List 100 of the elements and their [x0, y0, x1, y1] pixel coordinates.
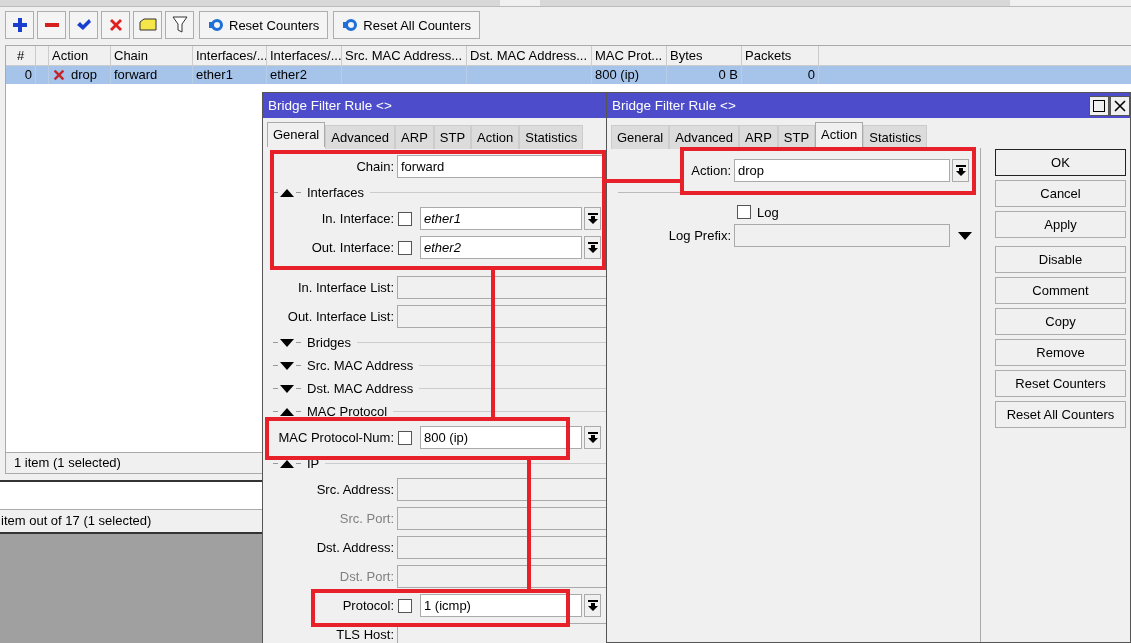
dialog-button[interactable]: Cancel — [995, 180, 1126, 207]
field-label: TLS Host: — [335, 627, 395, 642]
caret-up-icon[interactable] — [280, 407, 294, 416]
column-header[interactable]: Src. MAC Address... — [342, 46, 467, 65]
field-label: In. Interface: — [320, 211, 395, 226]
dropdown-button[interactable] — [584, 207, 601, 230]
comment-button[interactable] — [133, 11, 162, 39]
field-label: Out. Interface: — [310, 240, 395, 255]
tab[interactable]: ARP — [395, 125, 434, 149]
log-checkbox[interactable] — [737, 205, 751, 219]
table-cell: ether2 — [267, 66, 342, 84]
section-label: Bridges — [306, 335, 353, 350]
dialog-button[interactable]: Disable — [995, 246, 1126, 273]
check-icon — [75, 17, 92, 33]
field-label: Log Prefix: — [667, 228, 732, 243]
table-cell: 0 — [742, 66, 819, 84]
add-button[interactable] — [5, 11, 34, 39]
input-field[interactable] — [397, 536, 607, 559]
column-header[interactable]: # — [6, 46, 36, 65]
dropdown-arrow-icon — [587, 600, 598, 611]
tab[interactable]: Statistics — [863, 125, 928, 149]
disable-button[interactable] — [101, 11, 130, 39]
reset-icon — [208, 19, 224, 31]
caret-up-icon[interactable] — [280, 459, 294, 468]
field-label: Src. Address: — [315, 482, 395, 497]
note-icon — [138, 17, 157, 33]
reset-counters-button[interactable]: Reset All Counters — [333, 11, 480, 39]
input-field[interactable]: ether2 — [420, 236, 582, 259]
tab[interactable]: Advanced — [325, 125, 396, 149]
column-header[interactable]: Dst. MAC Address... — [467, 46, 592, 65]
column-header[interactable]: MAC Prot... — [592, 46, 667, 65]
column-header[interactable]: Action — [49, 46, 111, 65]
caret-down-icon[interactable] — [280, 361, 294, 370]
reset-icon — [342, 19, 359, 31]
tab[interactable]: STP — [433, 125, 472, 149]
tab[interactable]: General — [267, 122, 326, 147]
dropdown-button[interactable] — [584, 594, 601, 617]
filter-button[interactable] — [165, 11, 194, 39]
dropdown-arrow-icon — [587, 432, 598, 443]
reset-counters-button[interactable]: Reset Counters — [199, 11, 329, 39]
dialog-button[interactable]: Copy — [995, 308, 1126, 335]
caret-down-icon[interactable] — [280, 384, 294, 393]
maximize-button[interactable] — [1089, 95, 1109, 116]
table-cell: 800 (ip) — [592, 66, 667, 84]
tab[interactable]: Action — [471, 125, 520, 149]
input-field[interactable] — [397, 478, 607, 501]
negate-checkbox[interactable] — [398, 240, 412, 255]
dropdown-button[interactable] — [584, 236, 601, 259]
dialog-button[interactable]: Apply — [995, 211, 1126, 238]
table-row[interactable]: 0 drop forward ether1 ether2 800 (ip) 0 B 0 — [6, 66, 1131, 84]
input-field[interactable] — [734, 224, 950, 247]
negate-checkbox[interactable] — [398, 211, 412, 226]
input-field[interactable] — [397, 276, 607, 299]
table-cell: 0 B — [667, 66, 742, 84]
section-label: Src. MAC Address — [306, 358, 415, 373]
checkbox-label: Log — [757, 204, 779, 220]
column-header[interactable]: Interfaces/... — [267, 46, 342, 65]
close-button[interactable] — [1110, 95, 1130, 116]
dialog-button[interactable]: OK — [995, 149, 1126, 176]
field-label: Chain: — [355, 159, 395, 174]
dropdown-arrow-icon[interactable] — [958, 231, 972, 240]
dialog-button[interactable]: Comment — [995, 277, 1126, 304]
field-label: Out. Interface List: — [286, 309, 395, 324]
cross-icon — [52, 68, 66, 82]
input-field[interactable]: ether1 — [420, 207, 582, 230]
input-field[interactable]: 800 (ip) — [420, 426, 582, 449]
table-cell: 0 — [6, 66, 36, 84]
dialog-button[interactable]: Reset All Counters — [995, 401, 1126, 428]
negate-checkbox[interactable] — [398, 430, 412, 445]
caret-down-icon[interactable] — [280, 338, 294, 347]
field-label: Src. Port: — [338, 511, 395, 526]
column-header[interactable]: Chain — [111, 46, 193, 65]
tab[interactable]: Action — [815, 122, 864, 147]
caret-up-icon[interactable] — [280, 188, 294, 197]
enable-button[interactable] — [69, 11, 98, 39]
dialog-button[interactable]: Remove — [995, 339, 1126, 366]
field-label: Action: — [690, 163, 732, 178]
negate-checkbox[interactable] — [398, 598, 412, 613]
dropdown-button[interactable] — [952, 159, 969, 182]
dropdown-button[interactable] — [584, 426, 601, 449]
input-field[interactable]: 1 (icmp) — [420, 594, 582, 617]
column-header[interactable]: Interfaces/... — [193, 46, 267, 65]
filter-icon — [171, 16, 188, 34]
section-label: Interfaces — [306, 185, 366, 200]
input-field[interactable] — [397, 305, 607, 328]
tab[interactable]: General — [611, 125, 670, 149]
input-field[interactable]: drop — [734, 159, 950, 182]
remove-button[interactable] — [37, 11, 66, 39]
tab[interactable]: ARP — [739, 125, 778, 149]
dropdown-arrow-icon — [955, 165, 966, 176]
tab[interactable]: Advanced — [669, 125, 740, 149]
window-title: Bridge Filter Rule <> — [263, 93, 607, 118]
tab[interactable]: Statistics — [519, 125, 584, 149]
field-label: In. Interface List: — [296, 280, 395, 295]
column-header[interactable]: Bytes — [667, 46, 742, 65]
input-field[interactable] — [397, 507, 607, 530]
column-header[interactable]: Packets — [742, 46, 819, 65]
dialog-button[interactable]: Reset Counters — [995, 370, 1126, 397]
section-label: MAC Protocol — [306, 404, 389, 419]
input-field[interactable] — [397, 565, 607, 588]
